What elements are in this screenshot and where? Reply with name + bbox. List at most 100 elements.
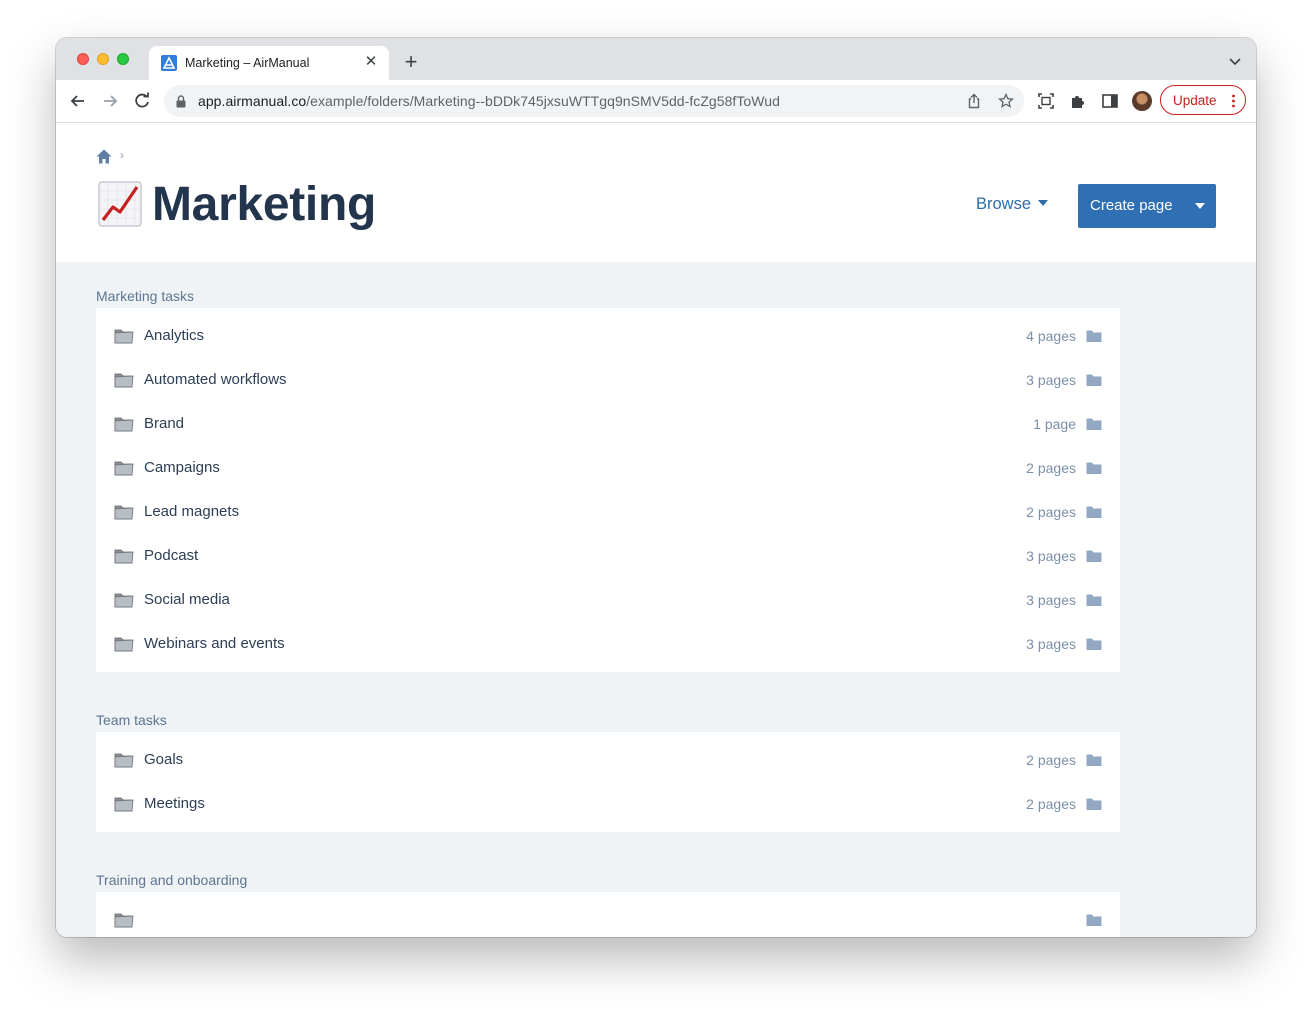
folder-row[interactable]: Brand 1 page	[96, 402, 1120, 446]
folder-emoji-icon	[114, 593, 134, 608]
section-title: Marketing tasks	[96, 288, 195, 304]
browser-window: Marketing – AirManual ✕ + app.airmanual.…	[56, 38, 1256, 937]
folder-list: Analytics 4 pages Automated workflows 3 pag…	[96, 308, 1120, 672]
folder-name[interactable]: Automated workflows	[144, 371, 287, 388]
tab-title: Marketing – AirManual	[185, 56, 310, 70]
folder-emoji-icon	[114, 549, 134, 564]
bookmark-star-icon[interactable]	[998, 93, 1014, 109]
fullscreen-window-button[interactable]	[117, 53, 129, 65]
page-title: Marketing	[152, 178, 377, 231]
folder-icon	[1086, 330, 1102, 342]
folder-row[interactable]: Social media 3 pages	[96, 578, 1120, 622]
folder-name[interactable]: Brand	[144, 415, 184, 432]
extensions-puzzle-icon[interactable]	[1068, 91, 1088, 111]
breadcrumb-separator: ›	[120, 148, 124, 162]
forward-arrow-icon[interactable]	[100, 91, 120, 111]
minimize-window-button[interactable]	[97, 53, 109, 65]
folder-row[interactable]: Campaigns 2 pages	[96, 446, 1120, 490]
folder-row[interactable]: Lead magnets 2 pages	[96, 490, 1120, 534]
page-count: 2 pages	[1026, 460, 1076, 476]
folder-name[interactable]: Campaigns	[144, 459, 220, 476]
update-button[interactable]: Update	[1160, 85, 1246, 115]
folder-row[interactable]: Goals 2 pages	[96, 738, 1120, 782]
share-icon[interactable]	[966, 93, 982, 109]
close-window-button[interactable]	[77, 53, 89, 65]
tab-strip: Marketing – AirManual ✕ +	[56, 38, 1256, 80]
create-page-label: Create page	[1090, 197, 1173, 214]
folder-row[interactable]: Podcast 3 pages	[96, 534, 1120, 578]
page-count: 2 pages	[1026, 504, 1076, 520]
create-page-button[interactable]: Create page	[1078, 184, 1216, 228]
folder-row[interactable]: Automated workflows 3 pages	[96, 358, 1120, 402]
browser-tab-active[interactable]: Marketing – AirManual ✕	[149, 46, 389, 80]
section-title: Training and onboarding	[96, 872, 248, 888]
folder-icon	[1086, 374, 1102, 386]
folder-name[interactable]: Social media	[144, 591, 230, 608]
folder-row[interactable]	[96, 898, 1120, 937]
page-count: 3 pages	[1026, 592, 1076, 608]
folder-row[interactable]: Webinars and events 3 pages	[96, 622, 1120, 666]
url-host: app.airmanual.co	[198, 93, 307, 109]
page-count: 2 pages	[1026, 796, 1076, 812]
folder-icon	[1086, 754, 1102, 766]
airmanual-logo-icon	[161, 55, 177, 71]
folder-icon	[1086, 418, 1102, 430]
folder-emoji-icon	[114, 753, 134, 768]
page-count: 1 page	[1033, 416, 1076, 432]
folder-name[interactable]: Lead magnets	[144, 503, 239, 520]
page-header: › Marketing Browse Create page	[56, 123, 1256, 262]
profile-avatar[interactable]	[1132, 91, 1152, 111]
new-tab-icon[interactable]: +	[400, 51, 422, 74]
folder-emoji-icon	[114, 797, 134, 812]
home-icon[interactable]	[96, 149, 112, 164]
chart-increasing-emoji	[98, 181, 142, 227]
folder-emoji-icon	[114, 373, 134, 388]
url-text[interactable]: app.airmanual.co/example/folders/Marketi…	[198, 93, 780, 109]
caret-down-icon	[1038, 200, 1049, 206]
folder-emoji-icon	[114, 417, 134, 432]
page-count: 4 pages	[1026, 328, 1076, 344]
folder-name[interactable]: Podcast	[144, 547, 198, 564]
section-title: Team tasks	[96, 712, 167, 728]
folder-emoji-icon	[114, 329, 134, 344]
reload-icon[interactable]	[132, 91, 152, 111]
folder-icon	[1086, 462, 1102, 474]
browse-label: Browse	[976, 195, 1032, 213]
folder-emoji-icon	[114, 461, 134, 476]
folder-icon	[1086, 798, 1102, 810]
folder-name[interactable]: Webinars and events	[144, 635, 285, 652]
screenshot-icon[interactable]	[1036, 91, 1056, 111]
more-menu-icon[interactable]	[1232, 94, 1235, 108]
back-arrow-icon[interactable]	[68, 91, 88, 111]
page-count: 3 pages	[1026, 548, 1076, 564]
folder-icon	[1086, 638, 1102, 650]
folder-list	[96, 892, 1120, 937]
close-icon[interactable]: ✕	[363, 54, 379, 70]
browse-dropdown-button[interactable]: Browse	[976, 195, 1049, 219]
folder-emoji-icon	[114, 637, 134, 652]
folder-row[interactable]: Meetings 2 pages	[96, 782, 1120, 826]
folder-name[interactable]: Goals	[144, 751, 183, 768]
folder-icon	[1086, 594, 1102, 606]
page-count: 2 pages	[1026, 752, 1076, 768]
browser-toolbar: app.airmanual.co/example/folders/Marketi…	[56, 80, 1256, 123]
page-count: 3 pages	[1026, 372, 1076, 388]
address-bar[interactable]: app.airmanual.co/example/folders/Marketi…	[164, 85, 1024, 117]
page-count: 3 pages	[1026, 636, 1076, 652]
folder-icon	[1086, 506, 1102, 518]
folder-icon	[1086, 550, 1102, 562]
update-label: Update	[1173, 93, 1217, 108]
folder-name[interactable]: Meetings	[144, 795, 205, 812]
folder-name[interactable]: Analytics	[144, 327, 204, 344]
url-path: /example/folders/Marketing--bDDk745jxsuW…	[306, 93, 780, 109]
folder-emoji-icon	[114, 913, 134, 928]
folder-list: Goals 2 pages Meetings 2 pages	[96, 732, 1120, 832]
folder-emoji-icon	[114, 505, 134, 520]
caret-down-icon[interactable]	[1195, 203, 1205, 209]
chevron-down-icon[interactable]	[1228, 54, 1242, 68]
folder-row[interactable]: Analytics 4 pages	[96, 314, 1120, 358]
lock-icon	[176, 95, 186, 108]
side-panel-icon[interactable]	[1100, 91, 1120, 111]
folder-icon	[1086, 914, 1102, 926]
page-content: › Marketing Browse Create page Marketing…	[56, 123, 1256, 937]
